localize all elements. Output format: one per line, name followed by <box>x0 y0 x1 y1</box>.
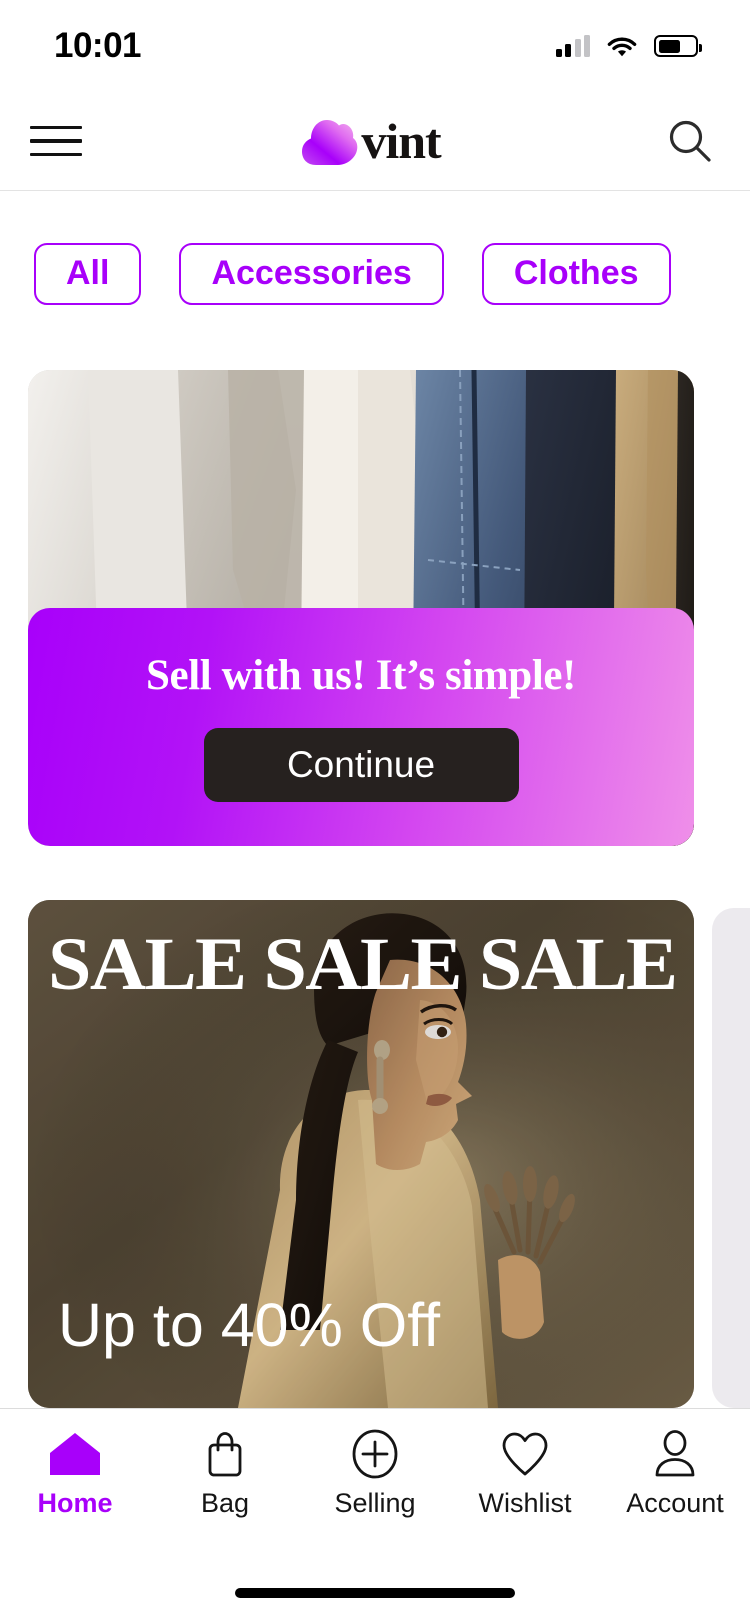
status-bar: 10:01 <box>0 0 750 92</box>
status-time: 10:01 <box>54 26 142 65</box>
sale-banner-card[interactable]: SALE SALE SALE Up to 40% Off <box>28 900 694 1408</box>
nav-item-selling[interactable]: Selling <box>300 1429 450 1519</box>
sell-promo-panel: Sell with us! It’s simple! Continue <box>28 608 694 846</box>
nav-label-home: Home <box>37 1488 113 1518</box>
heart-icon <box>500 1431 550 1477</box>
sell-with-us-card[interactable]: Sell with us! It’s simple! Continue <box>28 370 694 846</box>
main-content[interactable]: Sell with us! It’s simple! Continue SALE… <box>0 356 750 1408</box>
bag-icon <box>201 1431 249 1477</box>
brand-name: vint <box>361 113 441 169</box>
app-header: vint <box>0 92 750 191</box>
search-icon[interactable] <box>664 115 716 167</box>
nav-item-home[interactable]: Home <box>0 1431 150 1519</box>
continue-button[interactable]: Continue <box>203 728 519 802</box>
sale-subtitle: Up to 40% Off <box>58 1291 441 1359</box>
cloud-logo-icon <box>302 120 358 165</box>
home-icon <box>48 1431 102 1477</box>
sale-title: SALE SALE SALE <box>48 923 678 1006</box>
battery-icon <box>654 35 702 57</box>
sell-headline: Sell with us! It’s simple! <box>146 652 576 699</box>
cellular-signal-icon <box>555 35 590 57</box>
nav-item-wishlist[interactable]: Wishlist <box>450 1431 600 1519</box>
nav-label-account: Account <box>626 1488 724 1518</box>
nav-item-account[interactable]: Account <box>600 1430 750 1519</box>
carousel-next-card-peek[interactable] <box>712 908 750 1408</box>
app-screen: 10:01 vint All Accessories Clothes Sell … <box>0 0 750 1624</box>
nav-label-wishlist: Wishlist <box>478 1488 572 1518</box>
hamburger-menu-icon[interactable] <box>30 121 82 161</box>
plus-circle-icon <box>351 1429 399 1479</box>
home-indicator-bar <box>235 1588 515 1598</box>
category-chip-row[interactable]: All Accessories Clothes <box>0 191 750 356</box>
brand-logo[interactable]: vint <box>299 113 442 169</box>
nav-label-bag: Bag <box>200 1488 250 1518</box>
status-icons <box>555 35 702 57</box>
chip-all[interactable]: All <box>34 242 142 305</box>
nav-label-selling: Selling <box>334 1488 416 1518</box>
nav-item-bag[interactable]: Bag <box>150 1431 300 1519</box>
person-icon <box>651 1430 699 1477</box>
chip-clothes[interactable]: Clothes <box>481 242 671 305</box>
chip-accessories[interactable]: Accessories <box>179 242 444 305</box>
wifi-icon <box>607 37 637 57</box>
